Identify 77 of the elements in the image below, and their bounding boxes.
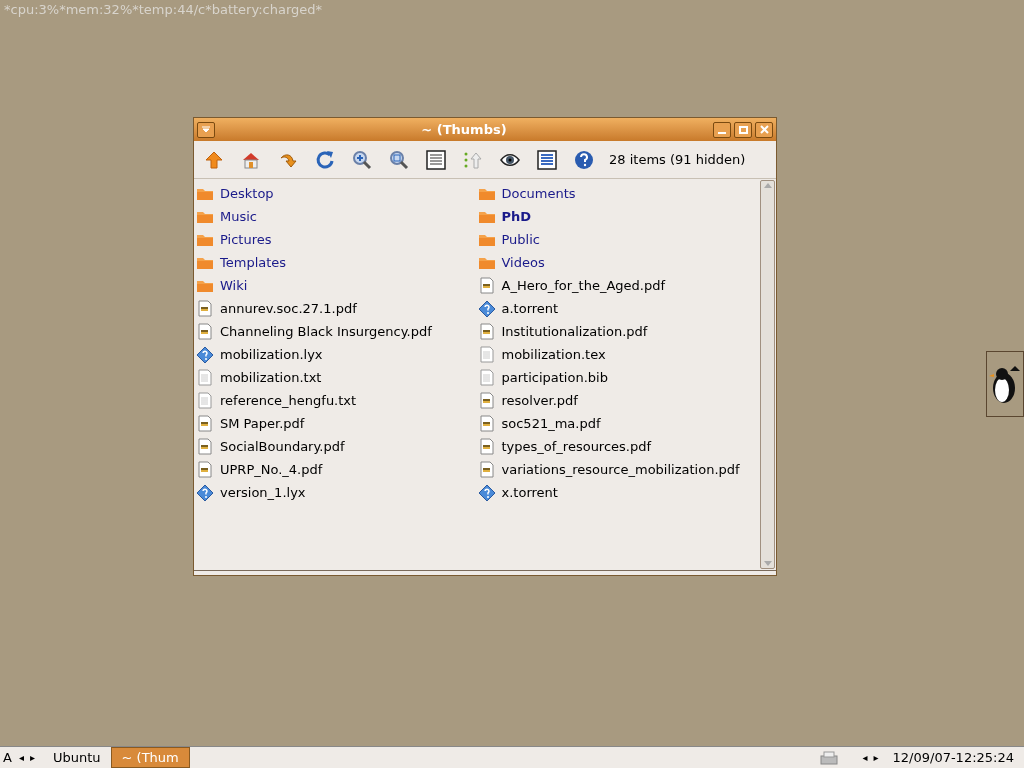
question-icon xyxy=(196,484,214,501)
file-item[interactable]: Channeling Black Insurgency.pdf xyxy=(220,321,432,342)
file-item[interactable]: participation.bib xyxy=(501,367,608,388)
window-menu-button[interactable] xyxy=(197,121,215,138)
document-icon xyxy=(477,461,496,478)
document-icon xyxy=(477,277,496,294)
folder-item[interactable]: PhD xyxy=(501,206,532,227)
close-icon xyxy=(759,125,769,134)
document-icon xyxy=(196,415,214,432)
folder-item[interactable]: Videos xyxy=(501,252,545,273)
file-item[interactable]: types_of_resources.pdf xyxy=(501,436,652,457)
document-icon xyxy=(477,415,496,432)
file-item[interactable]: mobilization.tex xyxy=(501,344,606,365)
file-item[interactable]: A_Hero_for_the_Aged.pdf xyxy=(501,275,665,296)
file-item[interactable]: annurev.soc.27.1.pdf xyxy=(220,298,357,319)
zoom-fit-icon xyxy=(389,149,409,170)
minimize-icon xyxy=(718,131,726,134)
folder-item[interactable]: Desktop xyxy=(220,183,274,204)
folder-item[interactable]: Wiki xyxy=(220,275,248,296)
details-list-icon xyxy=(537,149,557,170)
folder-item[interactable]: Public xyxy=(501,229,540,250)
text-file-icon xyxy=(477,346,496,363)
clock: 12/09/07-12:25:24 xyxy=(891,748,1015,767)
scroll-up-icon xyxy=(763,183,772,188)
document-icon xyxy=(477,438,496,455)
document-icon xyxy=(477,323,496,340)
list-icon xyxy=(426,149,446,170)
file-item[interactable]: mobilization.txt xyxy=(220,367,322,388)
document-icon xyxy=(196,300,214,317)
file-item[interactable]: SocialBoundary.pdf xyxy=(220,436,345,457)
file-item[interactable]: a.torrent xyxy=(501,298,559,319)
document-icon xyxy=(196,323,214,340)
scroll-left-arrow[interactable]: ◂ xyxy=(862,750,868,765)
scroll-right-arrow[interactable]: ▸ xyxy=(29,750,35,765)
file-item[interactable]: SM Paper.pdf xyxy=(220,413,305,434)
system-status-text: *cpu:3%*mem:32%*temp:44/c*battery:charged* xyxy=(4,1,323,19)
file-item[interactable]: x.torrent xyxy=(501,482,558,503)
text-file-icon xyxy=(196,392,214,409)
refresh-icon xyxy=(315,149,335,170)
zoom-in-icon xyxy=(352,149,372,170)
close-button[interactable] xyxy=(755,121,773,138)
question-icon xyxy=(477,300,496,317)
window-title: ~ (Thumbs) xyxy=(420,120,508,139)
question-icon xyxy=(477,484,496,501)
folder-item[interactable]: Templates xyxy=(220,252,287,273)
folder-item[interactable]: Music xyxy=(220,206,257,227)
text-file-icon xyxy=(196,369,214,386)
file-item[interactable]: soc521_ma.pdf xyxy=(501,413,601,434)
file-item[interactable]: Institutionalization.pdf xyxy=(501,321,648,342)
up-arrow-icon xyxy=(204,149,224,170)
text-file-icon xyxy=(477,369,496,386)
document-icon xyxy=(477,392,496,409)
maximize-icon xyxy=(738,125,748,134)
document-icon xyxy=(196,438,214,455)
file-item[interactable]: variations_resource_mobilization.pdf xyxy=(501,459,740,480)
document-icon xyxy=(196,461,214,478)
file-item[interactable]: resolver.pdf xyxy=(501,390,578,411)
minimize-button[interactable] xyxy=(713,121,731,138)
scrollbar[interactable] xyxy=(760,180,775,569)
file-item[interactable]: reference_hengfu.txt xyxy=(220,390,357,411)
file-item[interactable]: version_1.lyx xyxy=(220,482,306,503)
scroll-left-arrow[interactable]: ◂ xyxy=(18,750,24,765)
folder-item[interactable]: Documents xyxy=(501,183,576,204)
caret-icon xyxy=(201,125,211,134)
file-item[interactable]: mobilization.lyx xyxy=(220,344,323,365)
folder-item[interactable]: Pictures xyxy=(220,229,272,250)
taskbar-button[interactable]: Ubuntu xyxy=(42,747,111,768)
printer-icon xyxy=(820,750,839,765)
maximize-button[interactable] xyxy=(734,121,752,138)
file-item[interactable]: UPRP_No._4.pdf xyxy=(220,459,323,480)
scroll-right-arrow[interactable]: ▸ xyxy=(873,750,879,765)
start-label[interactable]: A xyxy=(0,747,15,768)
item-count: 28 items (91 hidden) xyxy=(609,150,746,169)
scroll-down-icon xyxy=(763,561,772,566)
question-icon xyxy=(196,346,214,363)
penguin-drawing xyxy=(988,364,1022,404)
help-icon xyxy=(574,149,594,170)
